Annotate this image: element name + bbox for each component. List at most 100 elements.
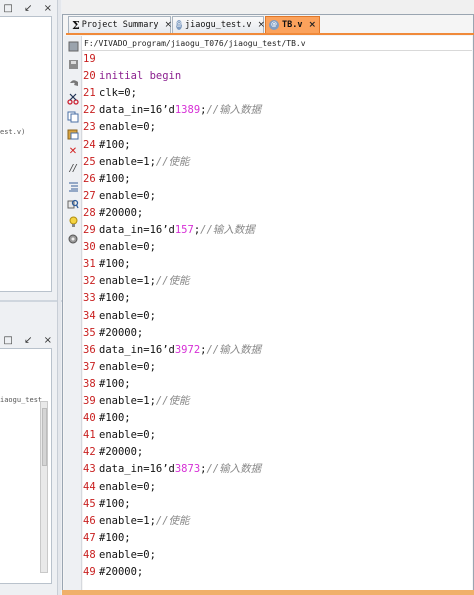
line-number: 48 <box>83 548 96 561</box>
tab-tb[interactable]: @ TB.v × <box>265 16 320 33</box>
code-text: enable=1; <box>99 514 156 527</box>
code-text: enable=0; <box>99 548 156 561</box>
save-icon[interactable] <box>67 58 79 70</box>
code-comment: //使能 <box>155 275 190 288</box>
code-text: enable=0; <box>99 360 156 373</box>
code-text: enable=0; <box>99 241 156 254</box>
tab-label: Project Summary <box>81 20 159 30</box>
top-pane-fragment[interactable]: est.v) <box>0 128 25 136</box>
code-text: #100; <box>99 292 131 305</box>
line-number: 22 <box>83 104 96 117</box>
code-line[interactable]: 31 #100; <box>83 256 131 273</box>
line-number: 28 <box>83 206 96 219</box>
code-line[interactable]: 25 enable=1;//使能 <box>83 154 190 171</box>
code-line[interactable]: 26 #100; <box>83 171 131 188</box>
tab-project-summary[interactable]: Σ Project Summary × <box>68 16 173 33</box>
editor-toolbar: ✕ // <box>64 36 82 592</box>
code-line[interactable]: 41 enable=0; <box>83 427 156 444</box>
code-text: #20000; <box>99 566 144 578</box>
code-text: enable=0; <box>99 189 156 202</box>
code-line[interactable]: 38 #100; <box>83 376 131 393</box>
tab-jiaogu-test[interactable]: @ jiaogu_test.v × <box>172 16 266 33</box>
code-line[interactable]: 21 clk=0; <box>83 85 137 102</box>
sheet-icon[interactable] <box>67 40 79 52</box>
paste-icon[interactable] <box>67 128 79 140</box>
line-number: 45 <box>83 497 96 510</box>
comment-icon[interactable]: // <box>67 163 79 175</box>
code-line[interactable]: 19 <box>83 51 99 68</box>
code-line[interactable]: 44 enable=0; <box>83 479 156 496</box>
pane-splitter[interactable] <box>0 300 62 302</box>
line-number: 40 <box>83 412 96 425</box>
top-pane: est.v) <box>0 16 52 292</box>
code-line[interactable]: 35 #20000; <box>83 325 143 342</box>
code-line[interactable]: 37 enable=0; <box>83 359 156 376</box>
code-line[interactable]: 47 #100; <box>83 530 131 547</box>
code-line[interactable]: 42 #20000; <box>83 444 143 461</box>
code-line[interactable]: 43 data_in=16’d3873;//输入数据 <box>83 461 261 478</box>
sigma-icon: Σ <box>72 18 80 32</box>
bottom-pane-fragment[interactable]: iaogu_test <box>0 396 42 404</box>
line-number: 24 <box>83 138 96 151</box>
find-icon[interactable] <box>67 198 79 210</box>
file-path-bar: F:/VIVADO_program/jiaogu_T076/jiaogu_tes… <box>64 36 472 51</box>
code-editor[interactable]: 19 20 initial begin 21 clk=0; 22 data_in=16’d1… <box>83 51 472 592</box>
line-number: 44 <box>83 480 96 493</box>
close-icon[interactable]: × <box>308 20 316 30</box>
code-keyword: initial begin <box>99 70 182 83</box>
verilog-file-icon: @ <box>176 20 182 30</box>
code-text: data_in=16’d <box>99 343 175 356</box>
code-line[interactable]: 22 data_in=16’d1389;//输入数据 <box>83 102 261 119</box>
code-line[interactable]: 32 enable=1;//使能 <box>83 273 190 290</box>
bottom-pane-tools[interactable]: □ ↙ × <box>3 335 56 346</box>
indent-icon[interactable] <box>67 180 79 192</box>
close-icon[interactable]: × <box>258 20 266 30</box>
gear-icon[interactable] <box>67 233 79 245</box>
line-number: 36 <box>83 343 96 356</box>
code-line[interactable]: 36 data_in=16’d3972;//输入数据 <box>83 342 261 359</box>
line-number: 21 <box>83 87 96 100</box>
line-number: 34 <box>83 309 96 322</box>
line-number: 47 <box>83 531 96 544</box>
code-line[interactable]: 33 #100; <box>83 290 131 307</box>
verilog-file-icon: @ <box>269 20 279 30</box>
delete-icon[interactable]: ✕ <box>67 146 79 158</box>
code-line[interactable]: 24 #100; <box>83 137 131 154</box>
code-line[interactable]: 30 enable=0; <box>83 239 156 256</box>
cut-icon[interactable] <box>67 93 79 105</box>
code-text: data_in=16’d <box>99 104 175 117</box>
code-number: 157 <box>174 224 194 236</box>
code-text: #100; <box>99 172 131 185</box>
line-number: 46 <box>83 514 96 527</box>
code-line[interactable]: 29 data_in=16’d157;//输入数据 <box>83 222 255 239</box>
line-number: 32 <box>83 275 96 288</box>
code-line[interactable]: 34 enable=0; <box>83 308 156 325</box>
code-line[interactable]: 23 enable=0; <box>83 119 156 136</box>
code-line[interactable]: 39 enable=1;//使能 <box>83 393 190 410</box>
code-line[interactable]: 27 enable=0; <box>83 188 156 205</box>
code-line[interactable]: 49 #20000; <box>83 564 143 581</box>
line-number: 25 <box>83 155 96 168</box>
code-line[interactable]: 40 #100; <box>83 410 131 427</box>
code-comment: //输入数据 <box>206 104 262 117</box>
vertical-splitter[interactable] <box>57 0 61 595</box>
code-text: #20000; <box>99 326 144 339</box>
code-line[interactable]: 45 #100; <box>83 496 131 513</box>
top-pane-tools[interactable]: □ ↙ × <box>3 3 56 14</box>
line-number: 31 <box>83 258 96 271</box>
tab-label: TB.v <box>282 20 303 30</box>
close-icon[interactable]: × <box>165 20 173 30</box>
code-line[interactable]: 46 enable=1;//使能 <box>83 513 190 530</box>
code-text: enable=0; <box>99 121 156 134</box>
code-text: data_in=16’d <box>99 224 175 236</box>
bulb-icon[interactable] <box>67 216 79 228</box>
scrollbar-thumb[interactable] <box>42 408 47 466</box>
code-line[interactable]: 20 initial begin <box>83 68 181 85</box>
code-text: enable=1; <box>99 395 156 407</box>
code-line[interactable]: 28 #20000; <box>83 205 143 222</box>
bottom-pane-scrollbar[interactable] <box>40 401 48 573</box>
code-text: enable=0; <box>99 429 156 442</box>
code-line[interactable]: 48 enable=0; <box>83 547 156 564</box>
undo-icon[interactable] <box>67 76 79 88</box>
copy-icon[interactable] <box>67 111 79 123</box>
